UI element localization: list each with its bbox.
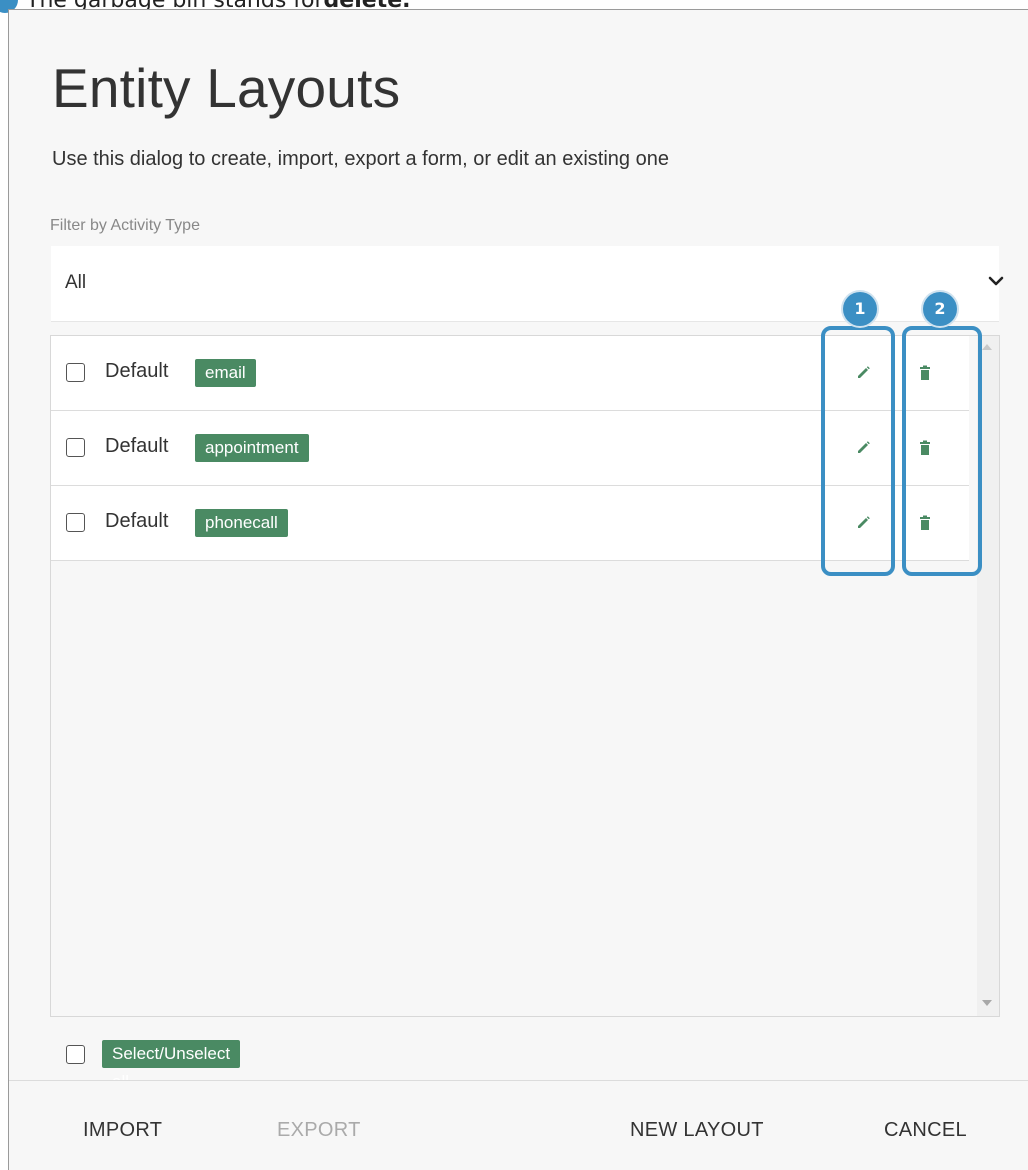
export-button[interactable]: EXPORT xyxy=(277,1119,361,1142)
dialog-footer: IMPORT EXPORT NEW LAYOUT CANCEL xyxy=(9,1080,1028,1170)
layout-name: Default xyxy=(105,360,169,382)
row-checkbox[interactable] xyxy=(66,513,85,532)
row-checkbox[interactable] xyxy=(66,438,85,457)
activity-type-tag: phonecall xyxy=(195,509,288,537)
edit-callout-box xyxy=(821,326,895,576)
layout-name: Default xyxy=(105,510,169,532)
activity-type-tag: appointment xyxy=(195,434,309,462)
import-button[interactable]: IMPORT xyxy=(83,1119,162,1142)
cancel-button[interactable]: CANCEL xyxy=(884,1119,967,1142)
layout-name: Default xyxy=(105,435,169,457)
activity-type-tag: email xyxy=(195,359,256,387)
delete-callout-box xyxy=(902,326,982,576)
dialog-subtitle: Use this dialog to create, import, expor… xyxy=(52,148,669,170)
filter-label: Filter by Activity Type xyxy=(50,217,200,234)
select-all-label: Select/Unselect all xyxy=(102,1040,241,1091)
row-checkbox[interactable] xyxy=(66,363,85,382)
entity-layouts-dialog: Entity Layouts Use this dialog to create… xyxy=(8,9,1028,1170)
callout-badge-1: 1 xyxy=(843,292,877,326)
select-all-checkbox[interactable] xyxy=(66,1045,85,1064)
scroll-up-icon[interactable] xyxy=(982,344,992,350)
scroll-down-icon[interactable] xyxy=(982,1000,992,1006)
selected-activity-type: All xyxy=(65,272,87,293)
dialog-title: Entity Layouts xyxy=(52,57,401,119)
new-layout-button[interactable]: NEW LAYOUT xyxy=(630,1119,764,1142)
callout-badge-2: 2 xyxy=(923,292,957,326)
chevron-down-icon xyxy=(988,276,1004,286)
